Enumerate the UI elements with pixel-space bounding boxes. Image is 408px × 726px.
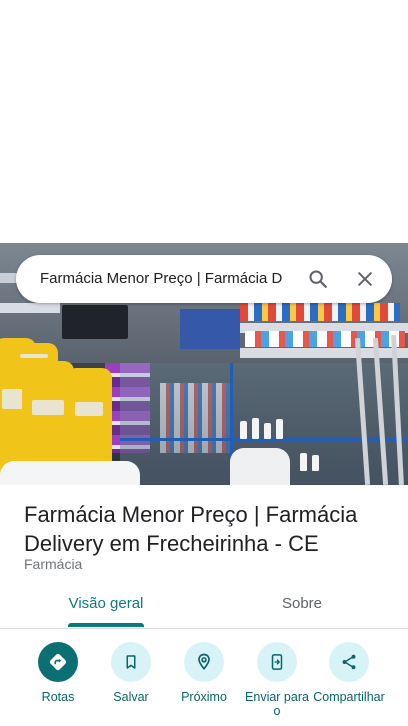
photo-products <box>245 331 405 347</box>
action-bar: Rotas Salvar Próximo Enviar para o Compa… <box>0 640 408 726</box>
directions-icon <box>49 653 67 671</box>
photo-bottle <box>240 421 247 439</box>
nearby-button-circle[interactable] <box>184 642 224 682</box>
search-bar[interactable]: Farmácia Menor Preço | Farmácia D <box>16 255 392 303</box>
photo-yellow-bag <box>10 343 58 373</box>
directions-label: Rotas <box>41 690 75 704</box>
search-input[interactable]: Farmácia Menor Preço | Farmácia D <box>40 255 302 303</box>
directions-button-circle[interactable] <box>38 642 78 682</box>
send-to-phone-label: Enviar para o <box>245 690 309 718</box>
bookmark-icon <box>126 655 136 669</box>
share-label: Compartilhar <box>313 690 385 704</box>
photo-counter-front <box>0 461 140 485</box>
place-category[interactable]: Farmácia <box>24 556 82 572</box>
clear-search-button[interactable] <box>349 263 381 295</box>
photo-bottle <box>300 453 307 471</box>
share-icon <box>342 654 356 670</box>
share-button-circle[interactable] <box>329 642 369 682</box>
place-title: Farmácia Menor Preço | Farmácia Delivery… <box>24 502 358 556</box>
photo-bottle <box>252 418 259 439</box>
photo-products <box>240 303 400 321</box>
send-to-phone-button-circle[interactable] <box>257 642 297 682</box>
tab-overview[interactable]: Visão geral <box>48 586 164 628</box>
share-button[interactable]: Compartilhar <box>310 640 388 704</box>
photo-products <box>180 309 240 349</box>
nearby-button[interactable]: Próximo <box>165 640 243 704</box>
photo-yellow-bag <box>66 368 112 465</box>
save-button[interactable]: Salvar <box>92 640 170 704</box>
photo-bottle <box>276 419 283 439</box>
search-icon <box>309 270 327 288</box>
photo-bottle <box>312 455 319 471</box>
search-button[interactable] <box>302 263 334 295</box>
save-button-circle[interactable] <box>111 642 151 682</box>
close-icon <box>358 272 372 286</box>
photo-monitor <box>62 305 128 339</box>
nearby-label: Próximo <box>181 690 227 704</box>
tab-about[interactable]: Sobre <box>248 586 356 628</box>
nearby-icon <box>198 653 210 670</box>
directions-button[interactable]: Rotas <box>19 640 97 704</box>
tab-selected-indicator <box>68 623 144 627</box>
send-to-phone-button[interactable]: Enviar para o <box>238 640 316 718</box>
send-to-phone-icon <box>271 654 283 670</box>
photo-shelf <box>0 303 60 313</box>
photo-shelf <box>240 348 408 358</box>
photo-bag <box>230 448 290 485</box>
tab-bar: Visão geral Sobre <box>0 586 408 629</box>
map-blank-area <box>0 0 408 243</box>
save-label: Salvar <box>113 690 149 704</box>
photo-bottle <box>264 423 271 439</box>
